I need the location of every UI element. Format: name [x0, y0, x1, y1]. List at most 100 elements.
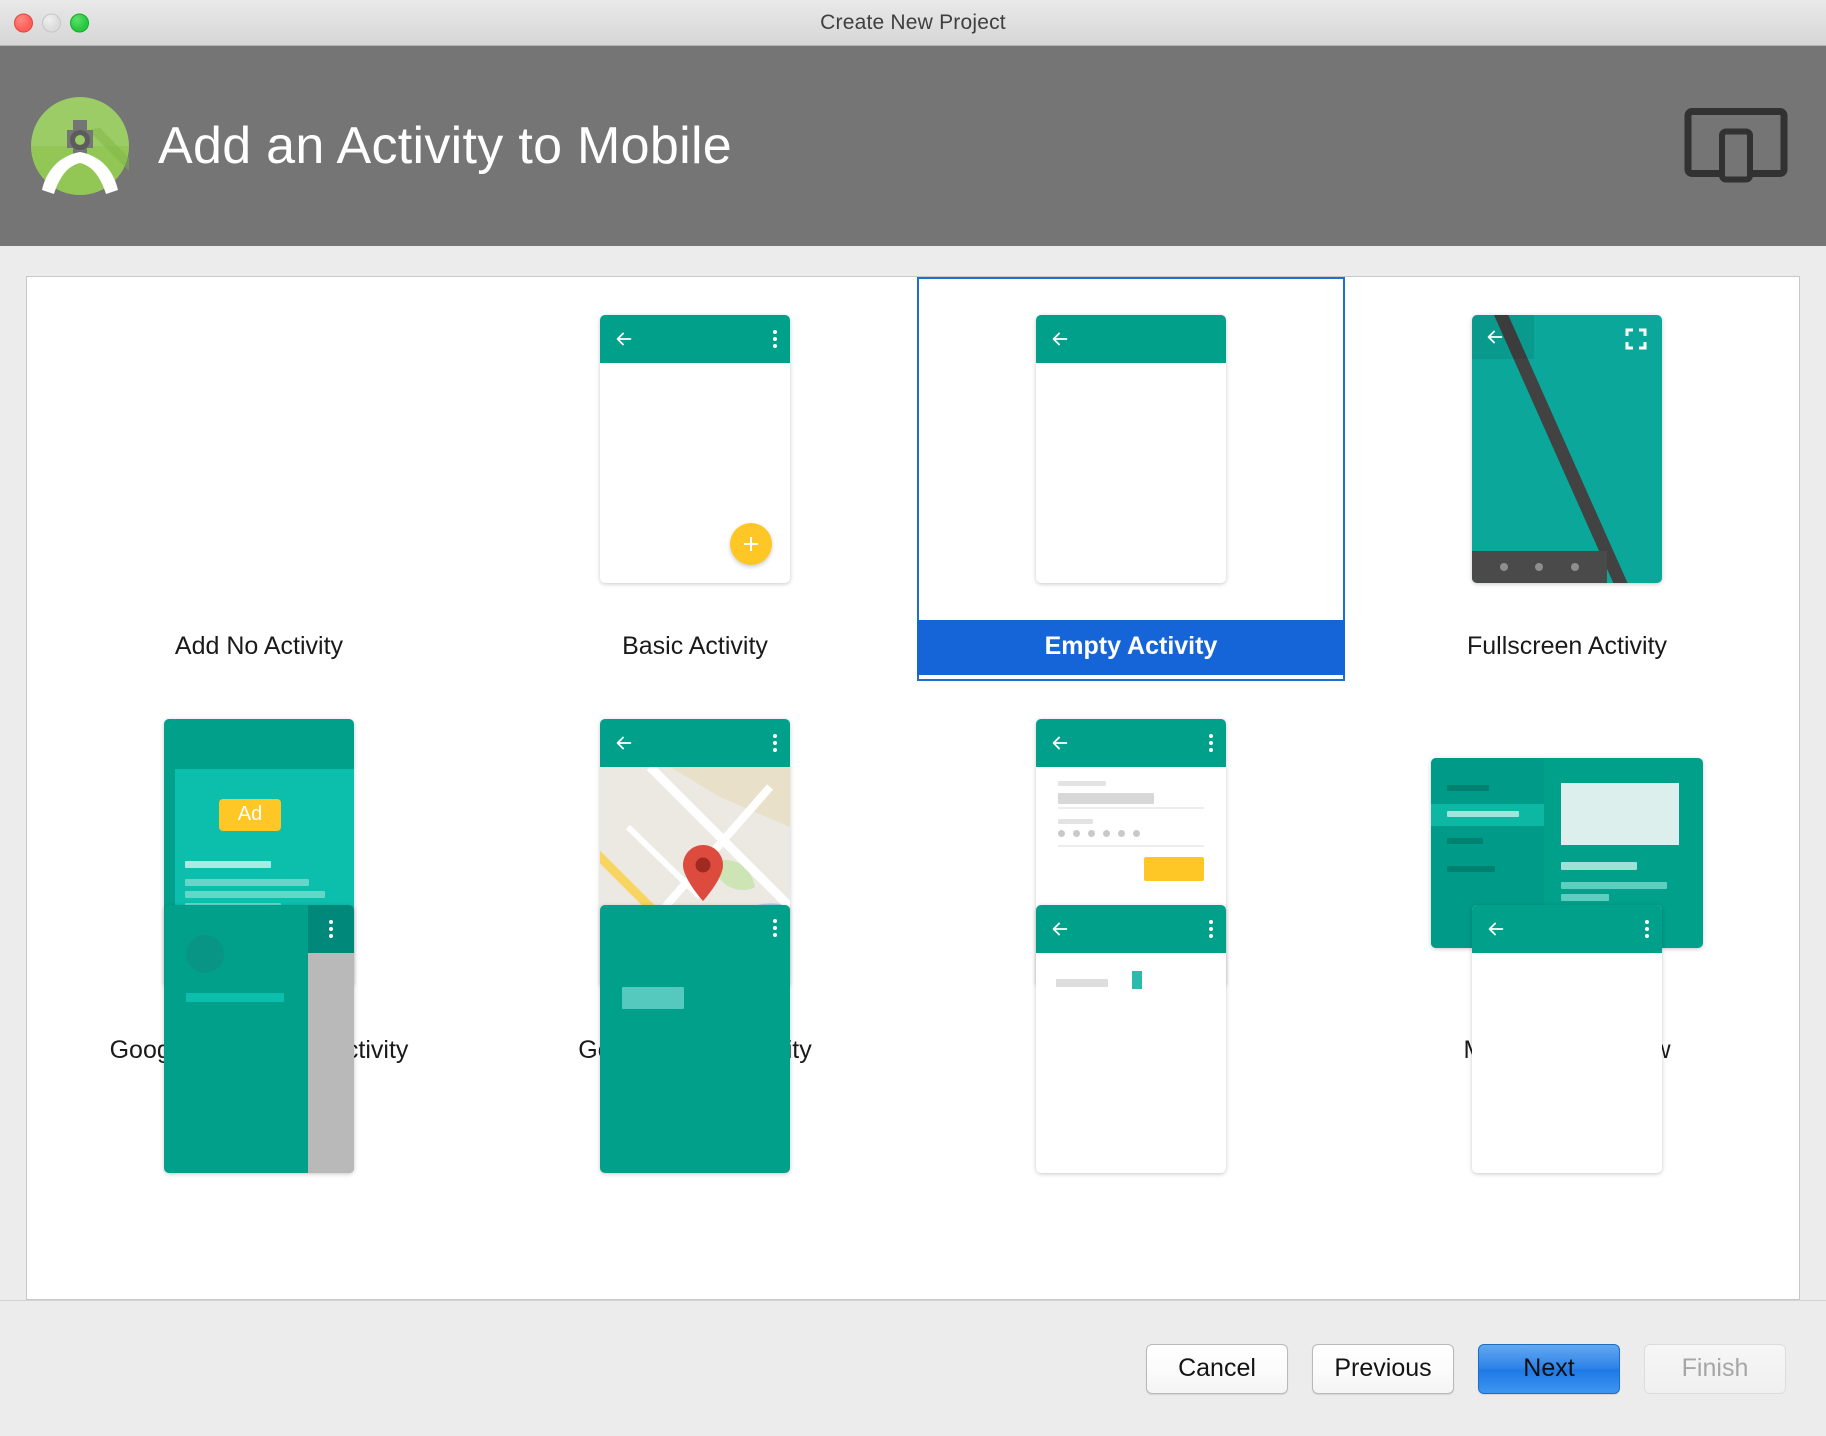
template-navigation-drawer-activity[interactable]: [41, 905, 477, 1205]
thumbnail-navigation-drawer: [41, 905, 477, 1173]
field-label: [1058, 818, 1093, 824]
android-studio-logo-icon: [28, 94, 132, 198]
content-block: [622, 987, 684, 1009]
overflow-menu-icon: [1209, 920, 1213, 938]
list-item: [1447, 837, 1483, 844]
back-arrow-icon: [616, 736, 632, 749]
field-label: [1058, 780, 1106, 786]
minimize-window-button[interactable]: [42, 13, 61, 32]
list-item-selected: [1447, 810, 1519, 817]
list-item: [1447, 784, 1489, 791]
app-bar: [1036, 905, 1226, 953]
template-label: [41, 1173, 477, 1199]
sign-in-button-mock: [1144, 856, 1204, 881]
template-tabbed-activity[interactable]: [1349, 905, 1785, 1205]
phone-mock: [600, 905, 790, 1173]
detail-text-line: [1561, 893, 1609, 901]
app-bar: [1472, 905, 1662, 953]
ad-text-line: [185, 860, 271, 868]
zoom-window-button[interactable]: [70, 13, 89, 32]
template-label: Fullscreen Activity: [1466, 632, 1668, 660]
field-underline: [1058, 806, 1204, 809]
field-underline: [1058, 844, 1204, 847]
create-new-project-dialog: Create New Project Add an Activity to Mo…: [0, 0, 1826, 1436]
previous-button[interactable]: Previous: [1312, 1343, 1454, 1394]
overflow-menu-icon: [773, 329, 777, 348]
wizard-header: Add an Activity to Mobile: [0, 46, 1826, 246]
detail-text-line: [1561, 881, 1667, 889]
template-empty-activity[interactable]: Empty Activity: [913, 277, 1349, 681]
thumbnail-scrolling-activity: [477, 905, 913, 1173]
template-add-no-activity[interactable]: Add No Activity: [41, 277, 477, 681]
window-titlebar: Create New Project: [0, 0, 1826, 46]
template-label: [913, 1173, 1349, 1199]
ad-badge: Ad: [219, 798, 281, 831]
overflow-menu-wrap: [773, 919, 777, 937]
overflow-menu-icon: [329, 920, 333, 938]
accent-block: [1132, 971, 1142, 989]
detail-title-line: [1561, 861, 1637, 870]
finish-button: Finish: [1644, 1343, 1786, 1394]
window-title: Create New Project: [820, 10, 1006, 34]
app-bar: [600, 314, 790, 363]
app-bar: [1472, 314, 1534, 359]
template-basic-activity[interactable]: Basic Activity: [477, 277, 913, 681]
app-bar: [1036, 718, 1226, 767]
app-bar: [308, 905, 354, 953]
phone-mock: [1036, 905, 1226, 1173]
thumbnail-empty-activity: [913, 277, 1349, 620]
template-scrolling-activity[interactable]: [477, 905, 913, 1205]
phone-mock: [1036, 314, 1226, 583]
ad-text-line: [185, 878, 309, 886]
template-label: [1349, 1173, 1785, 1199]
floating-action-button-icon: [730, 522, 772, 565]
template-label: Empty Activity: [917, 620, 1345, 675]
cancel-button[interactable]: Cancel: [1146, 1343, 1288, 1394]
overflow-menu-icon: [1645, 920, 1649, 938]
overflow-menu-icon: [1209, 733, 1213, 752]
page-title: Add an Activity to Mobile: [158, 117, 733, 175]
back-arrow-icon: [616, 332, 632, 345]
phone-mock: [164, 905, 354, 1173]
back-arrow-icon: [1052, 922, 1068, 936]
drawer-text-line: [186, 993, 284, 1002]
thumbnail-settings-activity: [913, 905, 1349, 1173]
app-bar: [1036, 314, 1226, 363]
template-label: [477, 1173, 913, 1199]
content-line: [1056, 979, 1108, 987]
close-window-button[interactable]: [14, 13, 33, 32]
phone-mock: [1472, 314, 1662, 583]
template-fullscreen-activity[interactable]: Fullscreen Activity: [1349, 277, 1785, 681]
activity-template-gallery[interactable]: Add No Activity Basic Activity Empty Act…: [26, 276, 1800, 1300]
template-label: Add No Activity: [174, 632, 344, 660]
thumbnail-none: [41, 277, 477, 620]
detail-image: [1561, 782, 1679, 845]
template-label: Basic Activity: [622, 632, 768, 660]
thumbnail-basic-activity: [477, 277, 913, 620]
tablet-and-phone-icon: [1684, 104, 1788, 189]
overflow-menu-icon: [773, 919, 777, 937]
phone-mock: [1472, 905, 1662, 1173]
next-button[interactable]: Next: [1478, 1343, 1620, 1394]
phone-mock: [600, 314, 790, 583]
thumbnail-fullscreen-activity: [1349, 277, 1785, 620]
overflow-menu-icon: [773, 733, 777, 752]
back-arrow-icon: [1052, 736, 1068, 749]
list-item: [1447, 865, 1495, 872]
wizard-body: Add No Activity Basic Activity Empty Act…: [0, 246, 1826, 1300]
navigation-bar: [1472, 550, 1607, 583]
back-arrow-icon: [1488, 922, 1504, 936]
back-arrow-icon: [1052, 332, 1068, 345]
app-bar: [600, 718, 790, 767]
password-field-value: [1058, 829, 1140, 837]
avatar: [186, 935, 224, 973]
template-settings-activity[interactable]: [913, 905, 1349, 1205]
ad-text-line: [185, 890, 325, 898]
template-grid: Add No Activity Basic Activity Empty Act…: [27, 277, 1799, 1205]
back-arrow-icon: [1487, 330, 1503, 343]
window-traffic-lights: [14, 13, 89, 32]
wizard-footer: Cancel Previous Next Finish: [0, 1300, 1826, 1436]
email-field-value: [1058, 792, 1154, 804]
fullscreen-expand-icon: [1625, 328, 1647, 349]
thumbnail-tabbed-activity: [1349, 905, 1785, 1173]
